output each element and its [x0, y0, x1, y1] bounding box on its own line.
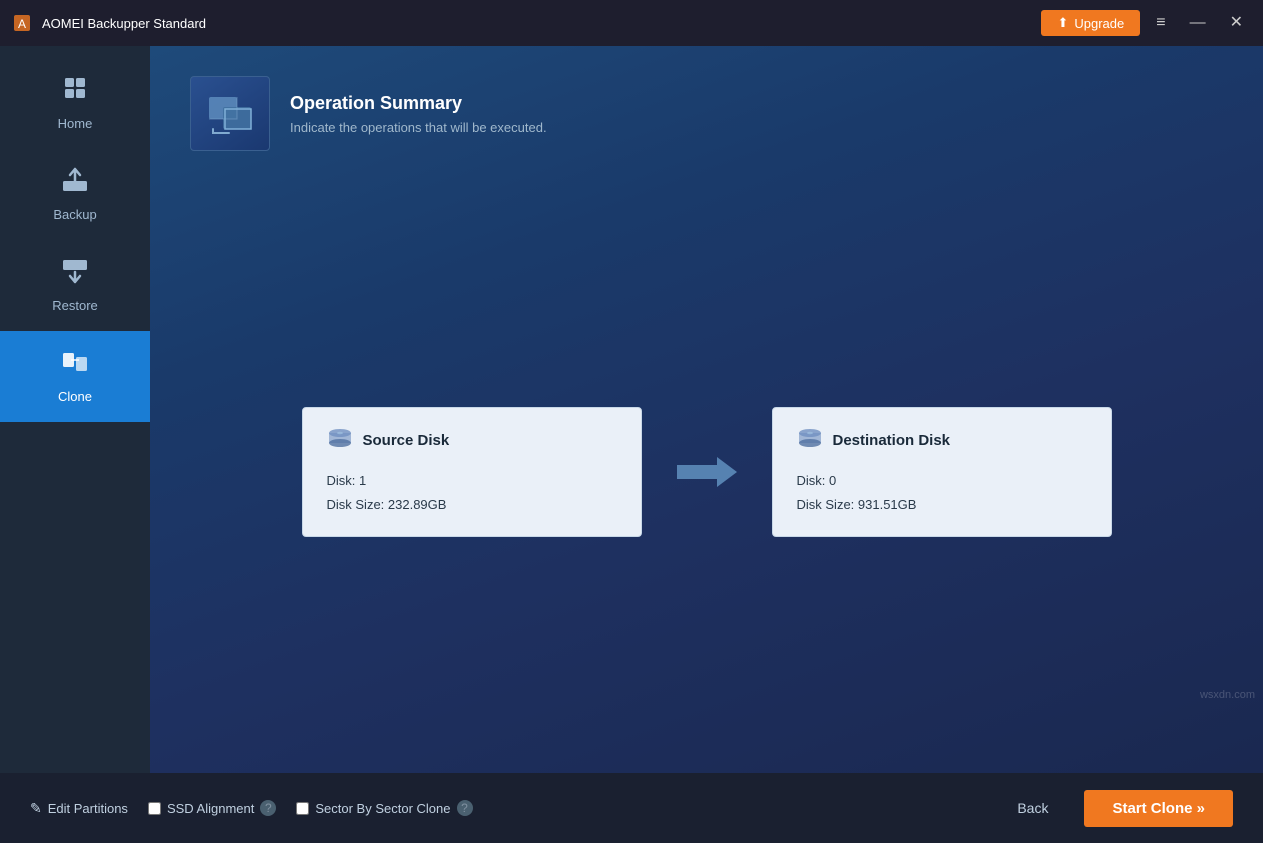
content-area: Operation Summary Indicate the operation…	[150, 46, 1263, 773]
arrow-right-icon	[672, 447, 742, 497]
app-title: AOMEI Backupper Standard	[42, 16, 206, 31]
destination-disk-title: Destination Disk	[797, 428, 1087, 453]
ssd-alignment-option[interactable]: SSD Alignment ?	[148, 800, 276, 816]
titlebar-left: A AOMEI Backupper Standard	[12, 13, 206, 33]
home-icon	[61, 74, 89, 108]
footer-actions: Back Start Clone »	[1001, 790, 1233, 827]
source-disk-size: Disk Size: 232.89GB	[327, 493, 617, 516]
destination-disk-label: Destination Disk	[833, 432, 951, 449]
header-text: Operation Summary Indicate the operation…	[290, 93, 547, 135]
upgrade-label: Upgrade	[1074, 16, 1124, 31]
header-subtitle: Indicate the operations that will be exe…	[290, 120, 547, 135]
titlebar: A AOMEI Backupper Standard ⬆ Upgrade ≡ —…	[0, 0, 1263, 46]
sidebar-backup-label: Backup	[53, 207, 96, 222]
sidebar-item-restore[interactable]: Restore	[0, 240, 150, 331]
sidebar-item-clone[interactable]: Clone	[0, 331, 150, 422]
close-button[interactable]: ✕	[1222, 11, 1251, 35]
sidebar-restore-label: Restore	[52, 298, 98, 313]
edit-icon: ✎	[30, 800, 42, 817]
sector-clone-label: Sector By Sector Clone	[315, 801, 450, 816]
source-disk-label: Source Disk	[363, 432, 450, 449]
destination-disk-size: Disk Size: 931.51GB	[797, 493, 1087, 516]
destination-disk-number: Disk: 0	[797, 469, 1087, 492]
app-icon: A	[12, 13, 32, 33]
header-icon-box	[190, 76, 270, 151]
destination-disk-info: Disk: 0 Disk Size: 931.51GB	[797, 469, 1087, 516]
sector-clone-option[interactable]: Sector By Sector Clone ?	[296, 800, 472, 816]
destination-disk-card: Destination Disk Disk: 0 Disk Size: 931.…	[772, 407, 1112, 537]
sidebar-clone-label: Clone	[58, 389, 92, 404]
arrow-container	[672, 447, 742, 497]
sidebar-home-label: Home	[58, 116, 93, 131]
sector-help-icon[interactable]: ?	[457, 800, 473, 816]
main-layout: Home Backup Restore	[0, 46, 1263, 773]
edit-partitions-option[interactable]: ✎ Edit Partitions	[30, 800, 128, 817]
upgrade-button[interactable]: ⬆ Upgrade	[1041, 10, 1140, 36]
titlebar-controls: ⬆ Upgrade ≡ — ✕	[1041, 10, 1251, 36]
ssd-alignment-checkbox[interactable]	[148, 802, 161, 815]
upgrade-icon: ⬆	[1057, 15, 1068, 31]
watermark: wsxdn.com	[1200, 689, 1255, 701]
ssd-alignment-label: SSD Alignment	[167, 801, 254, 816]
operation-icon	[205, 89, 255, 139]
restore-icon	[61, 258, 89, 290]
minimize-button[interactable]: —	[1182, 11, 1214, 35]
backup-icon	[61, 167, 89, 199]
source-disk-icon	[327, 428, 353, 453]
source-disk-card: Source Disk Disk: 1 Disk Size: 232.89GB	[302, 407, 642, 537]
start-clone-button[interactable]: Start Clone »	[1084, 790, 1233, 827]
sidebar-item-home[interactable]: Home	[0, 56, 150, 149]
sector-clone-checkbox[interactable]	[296, 802, 309, 815]
back-button[interactable]: Back	[1001, 792, 1064, 824]
clone-icon	[61, 349, 89, 381]
edit-partitions-label: Edit Partitions	[48, 801, 128, 816]
destination-disk-icon	[797, 428, 823, 453]
ssd-help-icon[interactable]: ?	[260, 800, 276, 816]
svg-text:A: A	[18, 17, 26, 31]
sidebar-item-backup[interactable]: Backup	[0, 149, 150, 240]
footer: ✎ Edit Partitions SSD Alignment ? Sector…	[0, 773, 1263, 843]
header-title: Operation Summary	[290, 93, 547, 114]
footer-options: ✎ Edit Partitions SSD Alignment ? Sector…	[30, 800, 473, 817]
clone-diagram: Source Disk Disk: 1 Disk Size: 232.89GB	[150, 171, 1263, 773]
source-disk-number: Disk: 1	[327, 469, 617, 492]
source-disk-title: Source Disk	[327, 428, 617, 453]
source-disk-info: Disk: 1 Disk Size: 232.89GB	[327, 469, 617, 516]
content-header: Operation Summary Indicate the operation…	[150, 46, 1263, 171]
menu-button[interactable]: ≡	[1148, 11, 1173, 35]
sidebar: Home Backup Restore	[0, 46, 150, 773]
